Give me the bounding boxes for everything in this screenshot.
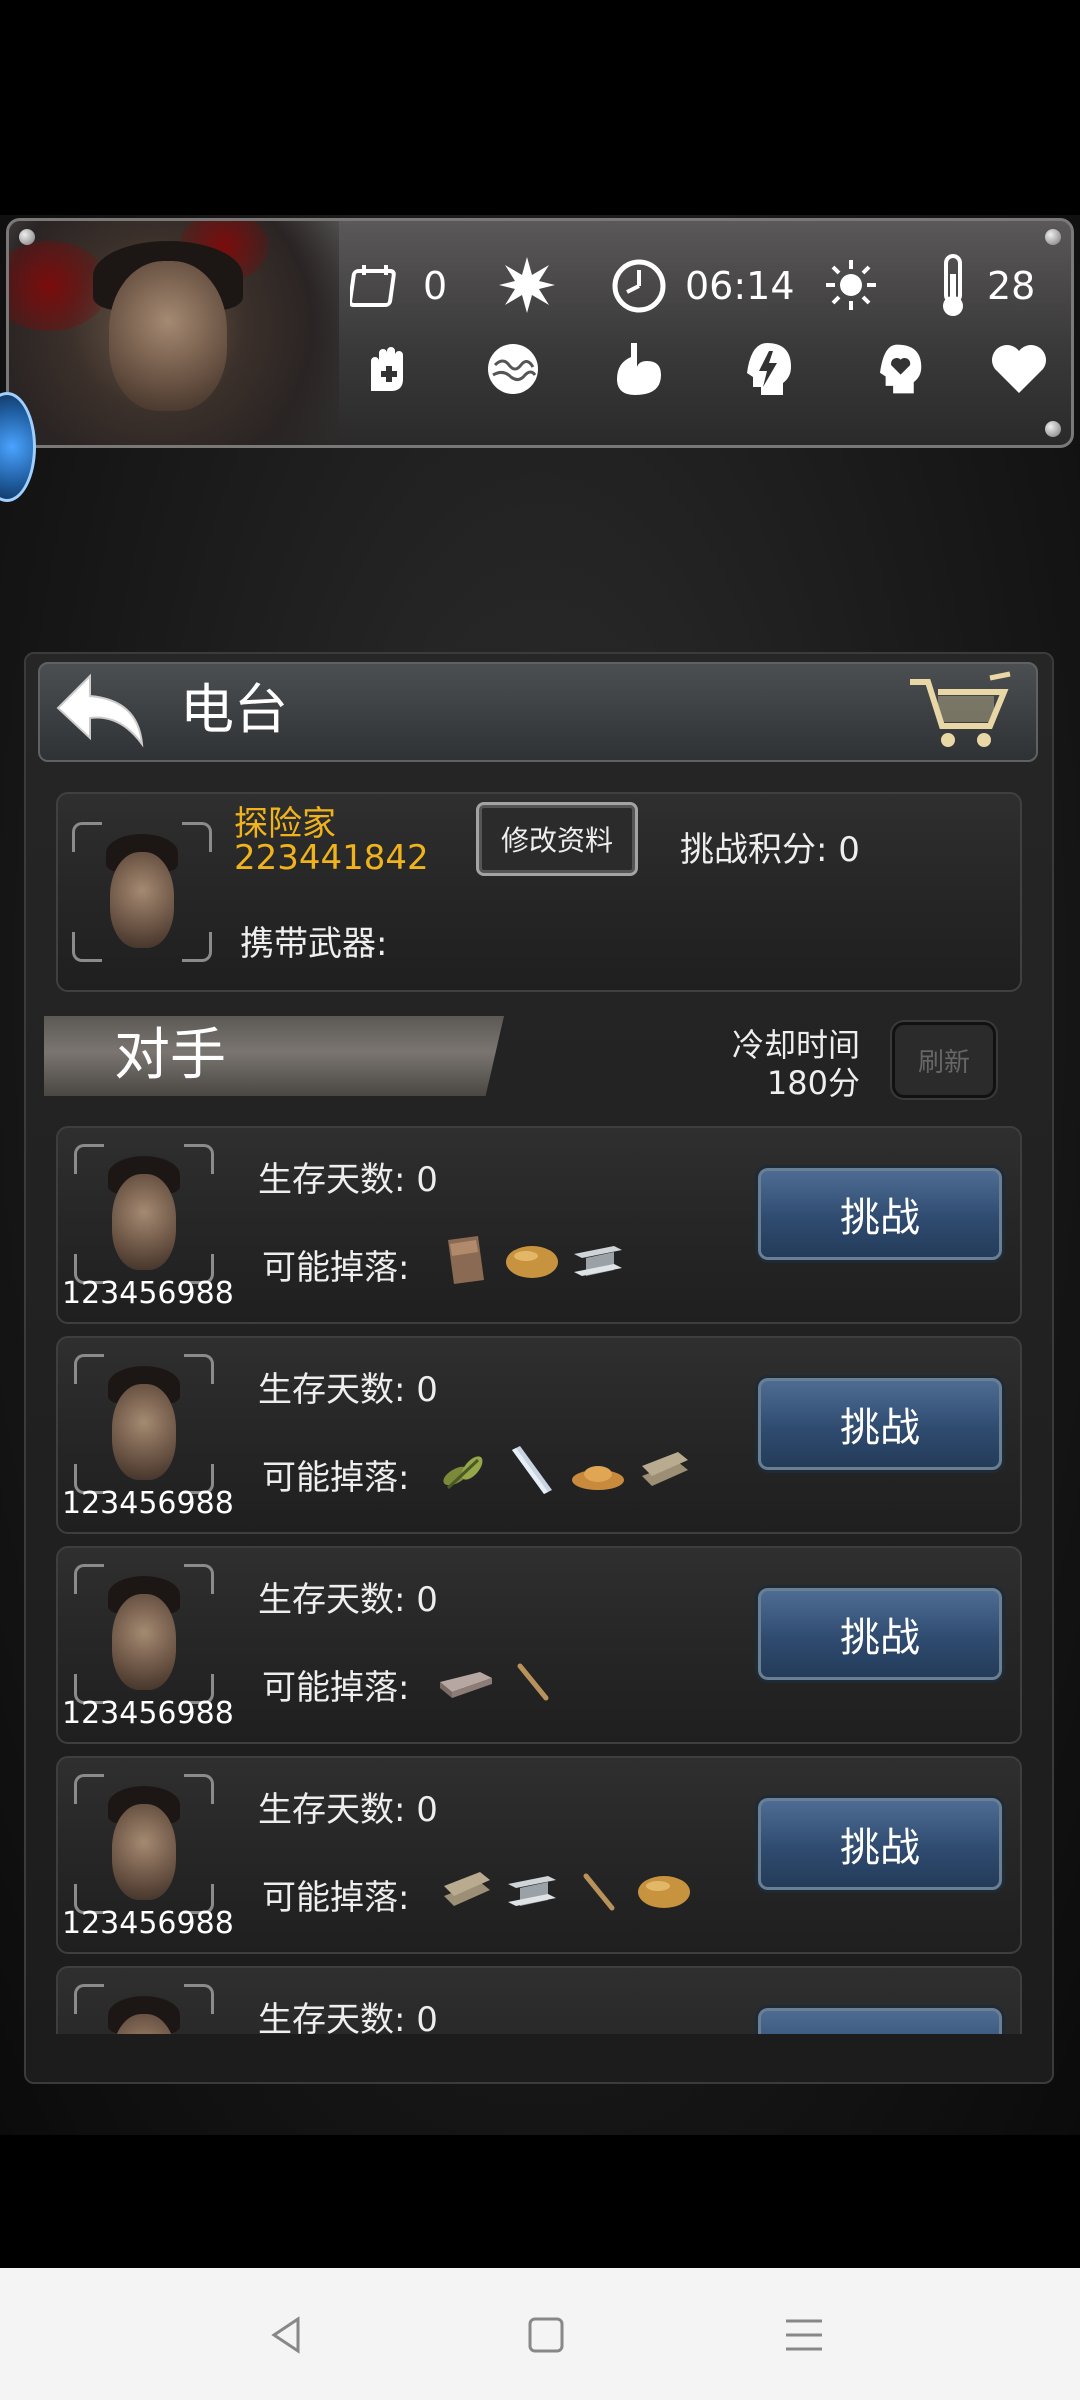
opponent-avatar (74, 1774, 214, 1914)
head-energy-icon[interactable] (737, 339, 797, 399)
opponent-avatar (74, 1564, 214, 1704)
weapon-label: 携带武器: (240, 924, 388, 964)
survival-days: 生存天数: 0 (258, 1580, 438, 1620)
avatar (72, 822, 212, 962)
cooldown-value: 180分 (766, 1064, 860, 1102)
opponent-card: 123456988 生存天数: 0 可能掉落: 挑战 (56, 1336, 1022, 1534)
plank-icon (448, 1236, 484, 1284)
days-stat: 0 (347, 251, 447, 321)
opponent-avatar (74, 1984, 214, 2034)
player-portrait (9, 221, 339, 445)
stick-icon (583, 1873, 615, 1911)
challenge-button[interactable]: 挑战 (758, 1588, 1002, 1680)
challenge-button[interactable]: 挑战 (758, 1168, 1002, 1260)
shop-cart-button[interactable] (904, 668, 1014, 754)
stick-icon (517, 1663, 549, 1701)
opponent-avatar (74, 1144, 214, 1284)
brain-icon[interactable] (483, 339, 543, 399)
time-stat: 06:14 (609, 251, 795, 321)
steel-beam-icon (508, 1876, 556, 1906)
back-triangle-icon (271, 2316, 300, 2354)
home-square-icon (528, 2317, 564, 2353)
opponent-id: 123456988 (62, 1486, 234, 1521)
status-hud: 0 06:14 28 (6, 218, 1074, 448)
drop-items (438, 1652, 560, 1708)
survival-days: 生存天数: 0 (258, 1370, 438, 1410)
opponent-id: 123456988 (62, 1696, 234, 1731)
weather-sun-icon (821, 255, 881, 315)
opponents-title: 对手 (114, 1023, 226, 1088)
potato-icon (638, 1876, 690, 1908)
menu-lines-icon (786, 2319, 822, 2351)
clock-icon (609, 256, 669, 316)
mood-head-icon[interactable] (865, 339, 925, 399)
opponent-card: 生存天数: 0 (56, 1966, 1022, 2034)
opponent-id: 123456988 (62, 1276, 234, 1311)
stone-slab-icon (440, 1672, 492, 1698)
screen: 0 06:14 28 电台 探险家 223441842 修改资料 挑战积分: 0… (0, 0, 1080, 2400)
calendar-icon (347, 256, 407, 316)
heart-icon[interactable] (989, 339, 1049, 399)
challenge-button[interactable]: 挑战 (758, 1798, 1002, 1890)
time-value: 06:14 (685, 264, 795, 308)
cooldown-info: 冷却时间 180分 (700, 1026, 860, 1102)
steel-beam-icon (574, 1246, 622, 1276)
nav-home-button[interactable] (506, 2300, 586, 2370)
opponent-card: 123456988 生存天数: 0 可能掉落: 挑战 (56, 1126, 1022, 1324)
metal-tube-icon (512, 1446, 552, 1494)
drop-items (438, 1442, 692, 1498)
survival-days: 生存天数: 0 (258, 1160, 438, 1200)
temperature-value: 28 (987, 264, 1036, 308)
drops-label: 可能掉落: (262, 1248, 410, 1288)
drops-label: 可能掉落: (262, 1458, 410, 1498)
drop-items (438, 1232, 626, 1288)
edit-profile-button[interactable]: 修改资料 (476, 802, 638, 876)
cooldown-label: 冷却时间 (731, 1026, 860, 1064)
thermometer-icon (935, 254, 971, 316)
nav-back-button[interactable] (248, 2300, 328, 2370)
wood-board-icon (444, 1872, 490, 1906)
challenge-button[interactable] (758, 2008, 1002, 2034)
sun-burst-icon (497, 255, 557, 315)
herb-icon (443, 1456, 483, 1490)
medical-hand-icon[interactable] (359, 339, 419, 399)
opponent-id: 123456988 (62, 1906, 234, 1941)
stomach-icon[interactable] (609, 339, 669, 399)
back-button[interactable] (54, 668, 154, 754)
temperature-stat: 28 (935, 251, 1035, 321)
section-banner (44, 1016, 504, 1096)
drops-label: 可能掉落: (262, 1668, 410, 1708)
cart-icon (910, 671, 1011, 747)
opponent-avatar (74, 1354, 214, 1494)
back-arrow-icon (56, 673, 144, 748)
drop-items (438, 1862, 692, 1918)
drops-label: 可能掉落: (262, 1878, 410, 1918)
opponent-list[interactable]: 123456988 生存天数: 0 可能掉落: 挑战 123456988 生存天… (56, 1126, 1022, 2034)
survival-days: 生存天数: 0 (258, 1790, 438, 1830)
potato-icon (506, 1246, 558, 1278)
survival-days: 生存天数: 0 (258, 2000, 438, 2034)
nav-menu-button[interactable] (764, 2300, 844, 2370)
wood-board-icon (642, 1452, 688, 1486)
refresh-button[interactable]: 刷新 (892, 1022, 996, 1098)
challenge-score: 挑战积分: 0 (680, 830, 860, 870)
opponent-card: 123456988 生存天数: 0 可能掉落: 挑战 (56, 1756, 1022, 1954)
sawdust-icon (572, 1466, 624, 1490)
player-id: 223441842 (234, 838, 429, 878)
challenge-button[interactable]: 挑战 (758, 1378, 1002, 1470)
days-value: 0 (423, 264, 448, 308)
page-title: 电台 (180, 678, 288, 741)
opponent-card: 123456988 生存天数: 0 可能掉落: 挑战 (56, 1546, 1022, 1744)
